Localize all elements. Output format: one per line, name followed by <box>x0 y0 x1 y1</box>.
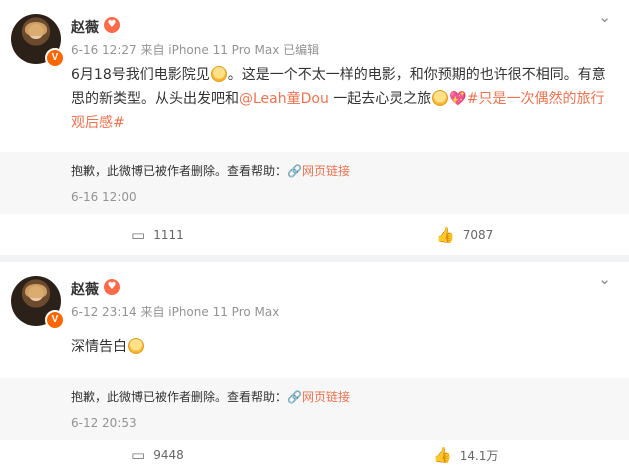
smile-emoji-icon <box>210 66 227 82</box>
chevron-down-icon[interactable]: ⌄ <box>598 270 611 288</box>
post-text: 6月18号我们电影院见 。这是一个不太一样的电影，和你预期的也许很不相同。有意 思… <box>71 63 616 135</box>
link-icon: 🔗 <box>287 390 302 404</box>
hashtag-link-cont[interactable]: 观后感# <box>71 115 125 131</box>
like-button[interactable]: 👍 7087 <box>436 226 493 244</box>
thumbs-up-icon: 👍 <box>436 226 455 244</box>
deleted-notice: 抱歉，此微博已被作者删除。查看帮助：🔗网页链接 <box>71 162 350 179</box>
comment-count: 9448 <box>153 448 184 462</box>
vip-badge-icon: ♥ <box>104 279 120 295</box>
post-text-segment: 思的新类型。从头出发吧和 <box>71 91 239 107</box>
post-text-segment: 一起去心灵之旅 <box>328 91 432 107</box>
verified-badge-icon: V <box>45 48 65 68</box>
post-text-segment: 。这是一个不太一样的电影，和你预期的也许很不相同。有意 <box>227 67 606 83</box>
vip-badge-icon: ♥ <box>104 17 120 33</box>
heart-emoji-icon: 💖 <box>449 91 467 107</box>
mention-link[interactable]: @Leah童Dou <box>239 91 329 107</box>
comment-button[interactable]: ▭ 1111 <box>131 226 184 244</box>
post-card: V 赵薇 ♥ ⌄ 6-16 12:27 来自 iPhone 11 Pro Max… <box>0 0 629 255</box>
post-meta: 6-12 23:14 来自 iPhone 11 Pro Max <box>71 305 280 319</box>
post-card: V 赵薇 ♥ ⌄ 6-12 23:14 来自 iPhone 11 Pro Max… <box>0 262 629 469</box>
deleted-repost: 抱歉，此微博已被作者删除。查看帮助：🔗网页链接 6-12 20:53 <box>0 378 629 440</box>
deleted-notice: 抱歉，此微博已被作者删除。查看帮助：🔗网页链接 <box>71 388 350 405</box>
author-name[interactable]: 赵薇 <box>71 17 99 37</box>
like-count: 7087 <box>462 228 494 242</box>
blush-emoji-icon <box>128 338 144 354</box>
comment-button[interactable]: ▭ 9448 <box>131 446 184 464</box>
verified-badge-icon: V <box>45 310 65 330</box>
link-icon: 🔗 <box>287 164 302 178</box>
thumbs-up-icon: 👍 <box>433 446 452 464</box>
post-text-segment: 深情告白 <box>71 339 127 355</box>
comment-icon: ▭ <box>131 226 146 244</box>
chevron-down-icon[interactable]: ⌄ <box>598 8 611 26</box>
like-count: 14.1万 <box>459 448 499 463</box>
repost-date: 6-12 20:53 <box>71 416 137 430</box>
repost-date: 6-16 12:00 <box>71 190 137 204</box>
web-link-label[interactable]: 网页链接 <box>302 390 350 404</box>
post-text-segment: 6月18号我们电影院见 <box>71 67 210 83</box>
post-text: 深情告白 <box>71 335 616 359</box>
web-link[interactable]: 🔗网页链接 <box>287 390 350 404</box>
author-name[interactable]: 赵薇 <box>71 279 99 299</box>
weibo-feed: V 赵薇 ♥ ⌄ 6-16 12:27 来自 iPhone 11 Pro Max… <box>0 0 629 469</box>
hashtag-link[interactable]: #只是一次偶然的旅行 <box>467 91 605 107</box>
deleted-text: 抱歉，此微博已被作者删除。查看帮助： <box>71 390 288 404</box>
comment-icon: ▭ <box>131 446 146 464</box>
post-divider <box>0 255 629 262</box>
web-link-label[interactable]: 网页链接 <box>302 164 350 178</box>
deleted-repost: 抱歉，此微博已被作者删除。查看帮助：🔗网页链接 6-16 12:00 <box>0 152 629 214</box>
like-button[interactable]: 👍 14.1万 <box>433 446 498 464</box>
comment-count: 1111 <box>153 228 184 242</box>
web-link[interactable]: 🔗网页链接 <box>287 164 350 178</box>
smile-emoji-icon <box>432 90 449 106</box>
post-meta: 6-16 12:27 来自 iPhone 11 Pro Max 已编辑 <box>71 43 320 57</box>
deleted-text: 抱歉，此微博已被作者删除。查看帮助： <box>71 164 288 178</box>
